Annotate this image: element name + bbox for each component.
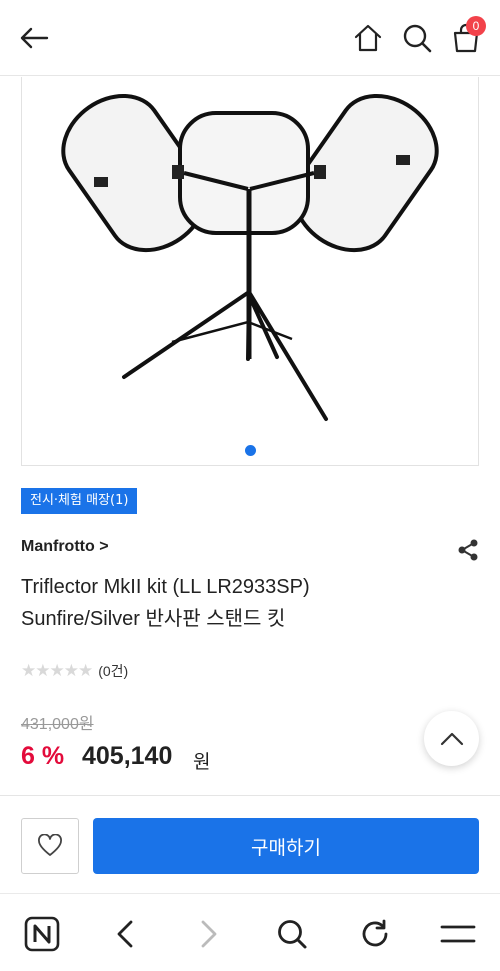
product-title: Triflector MkII kit (LL LR2933SP) Sunfir… xyxy=(21,571,461,635)
purchase-bar: 구매하기 xyxy=(0,795,500,893)
back-button[interactable] xyxy=(14,18,54,58)
nav-back-button[interactable] xyxy=(103,912,147,956)
nav-search-button[interactable] xyxy=(270,912,314,956)
top-bar: 0 xyxy=(0,0,500,76)
currency-unit: 원 xyxy=(193,751,211,773)
chevron-up-icon xyxy=(440,732,463,745)
product-image-gallery[interactable] xyxy=(21,77,479,466)
browser-nav-bar xyxy=(0,893,500,971)
heart-icon xyxy=(38,834,62,856)
back-arrow-icon xyxy=(20,27,49,49)
nav-forward-icon xyxy=(201,920,217,948)
share-icon xyxy=(458,539,478,561)
nav-search-icon xyxy=(278,920,307,949)
search-button[interactable] xyxy=(397,18,437,58)
home-icon xyxy=(354,24,382,52)
gallery-page-indicator[interactable] xyxy=(245,445,256,456)
nav-back-icon xyxy=(117,920,133,948)
cart-count-badge: 0 xyxy=(466,16,486,36)
cart-button[interactable]: 0 xyxy=(446,16,486,58)
original-price: 431,000원 xyxy=(21,716,94,733)
rating-stars: ★★★★★ xyxy=(21,661,93,681)
naver-logo-icon xyxy=(24,916,60,952)
buy-button[interactable]: 구매하기 xyxy=(93,818,479,874)
brand-link[interactable]: Manfrotto > xyxy=(21,538,109,556)
refresh-icon xyxy=(362,919,388,947)
menu-icon xyxy=(440,925,476,943)
sale-price: 405,140 xyxy=(82,742,173,770)
showroom-badge[interactable]: 전시·체험 매장(1) xyxy=(21,488,138,514)
product-image xyxy=(61,93,439,421)
share-button[interactable] xyxy=(456,538,480,562)
rating-row[interactable]: ★★★★★ (0건) xyxy=(21,661,128,681)
home-button[interactable] xyxy=(348,18,388,58)
search-icon xyxy=(403,24,432,53)
discount-rate: 6 % xyxy=(21,742,65,770)
wishlist-button[interactable] xyxy=(21,818,79,874)
product-title-line2: Sunfire/Silver 반사판 스탠드 킷 xyxy=(21,608,286,630)
nav-forward-button[interactable] xyxy=(187,912,231,956)
scroll-top-button[interactable] xyxy=(424,711,479,766)
refresh-button[interactable] xyxy=(353,912,397,956)
naver-home-button[interactable] xyxy=(20,912,64,956)
product-title-line1: Triflector MkII kit (LL LR2933SP) xyxy=(21,576,310,598)
review-count: (0건) xyxy=(98,663,129,679)
menu-button[interactable] xyxy=(436,912,480,956)
